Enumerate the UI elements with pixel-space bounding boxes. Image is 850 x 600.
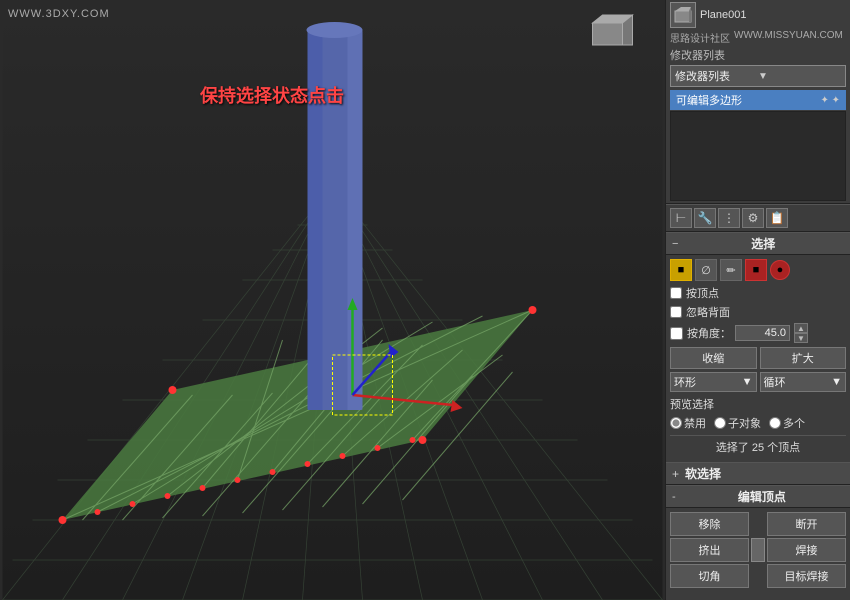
icon-toolbar: ⊢ 🔧 ⋮ ⚙ 📋	[666, 204, 850, 232]
main-container: WWW.3DXY.COM 保持选择状态点击 Plane001 思路设计社区 WW…	[0, 0, 850, 600]
soft-select-title: 软选择	[685, 465, 721, 482]
toolbar-icon-pin[interactable]: ⊢	[670, 208, 692, 228]
loop-arrow: ▼	[831, 376, 842, 388]
edit-vertices-section: - 编辑顶点 移除 断开 挤出 焊接 切角 目标焊接	[666, 485, 850, 592]
angle-input[interactable]	[735, 325, 790, 341]
top-label-1: 思路设计社区	[670, 30, 730, 45]
edit-btn-grid: 移除 断开 挤出 焊接 切角 目标焊接	[666, 508, 850, 592]
checkbox-vertex-row: 按顶点	[670, 285, 846, 301]
watermark: WWW.3DXY.COM	[8, 8, 110, 20]
radio-disabled[interactable]	[670, 417, 682, 429]
toolbar-icon-gear[interactable]: ⚙	[742, 208, 764, 228]
ring-loop-row: 环形 ▼ 循环 ▼	[670, 372, 846, 392]
viewport[interactable]: WWW.3DXY.COM 保持选择状态点击	[0, 0, 665, 600]
checkbox-vertex-label: 按顶点	[686, 285, 719, 301]
angle-row: 按角度： ▲ ▼	[670, 323, 846, 343]
loop-label: 循环	[764, 374, 786, 390]
spinner-down[interactable]: ▼	[794, 333, 808, 343]
shrink-button[interactable]: 收缩	[670, 347, 757, 369]
soft-select-section[interactable]: + 软选择	[666, 462, 850, 485]
modifier-list-item[interactable]: 可编辑多边形 ✦ ✦	[670, 90, 846, 110]
radio-multi-text: 多个	[783, 415, 805, 431]
ring-dropdown[interactable]: 环形 ▼	[670, 372, 757, 392]
sel-icons-row: ■ ∅ ✏ ■ ●	[670, 259, 846, 281]
radio-child[interactable]	[714, 417, 726, 429]
checkbox-backface[interactable]	[670, 306, 682, 318]
checkbox-vertex[interactable]	[670, 287, 682, 299]
radio-multi-label[interactable]: 多个	[769, 415, 805, 431]
angle-label: 按角度：	[687, 325, 731, 341]
soft-select-toggle: +	[672, 467, 679, 481]
sel-icon-element[interactable]: ●	[770, 260, 790, 280]
ring-arrow: ▼	[742, 376, 753, 388]
btn-extrude[interactable]: 挤出	[670, 538, 749, 562]
edit-vertices-title: 编辑顶点	[680, 488, 844, 505]
modifier-dropdown[interactable]: 修改器列表 ▼	[670, 65, 846, 87]
spinner-up[interactable]: ▲	[794, 323, 808, 333]
sel-icon-vertex[interactable]: ■	[670, 259, 692, 281]
edit-vertices-header[interactable]: - 编辑顶点	[666, 485, 850, 508]
right-panel: Plane001 思路设计社区 WWW.MISSYUAN.COM 修改器列表 修…	[665, 0, 850, 600]
selection-section: − 选择 ■ ∅ ✏ ■ ● 按顶点 忽略背面	[666, 232, 850, 462]
btn-break[interactable]: 断开	[767, 512, 846, 536]
modifier-dropdown-label: 修改器列表	[675, 68, 758, 84]
preview-select-header: 预览选择	[670, 396, 846, 412]
btn-extrude-sq[interactable]	[751, 538, 765, 562]
btn-target-weld[interactable]: 目标焊接	[767, 564, 846, 588]
sel-icon-poly[interactable]: ■	[745, 259, 767, 281]
object-icon	[670, 2, 696, 28]
sel-icon-edge[interactable]: ∅	[695, 259, 717, 281]
toolbar-icon-dots[interactable]: ⋮	[718, 208, 740, 228]
checkbox-backface-row: 忽略背面	[670, 304, 846, 320]
toolbar-icon-clipboard[interactable]: 📋	[766, 208, 788, 228]
sel-icon-border[interactable]: ✏	[720, 259, 742, 281]
modifier-item-icons: ✦ ✦	[820, 95, 840, 106]
angle-spinner[interactable]: ▲ ▼	[794, 323, 808, 343]
expand-button[interactable]: 扩大	[760, 347, 847, 369]
radio-multi[interactable]	[769, 417, 781, 429]
top-label-2: WWW.MISSYUAN.COM	[734, 30, 843, 45]
btn-weld[interactable]: 焊接	[767, 538, 846, 562]
radio-disabled-text: 禁用	[684, 415, 706, 431]
selection-content: ■ ∅ ✏ ■ ● 按顶点 忽略背面 按角度：	[666, 255, 850, 462]
checkbox-angle[interactable]	[670, 327, 683, 340]
top-info: Plane001 思路设计社区 WWW.MISSYUAN.COM 修改器列表 修…	[666, 0, 850, 204]
checkbox-backface-label: 忽略背面	[686, 304, 730, 320]
preview-area	[670, 111, 846, 201]
ring-label: 环形	[674, 374, 696, 390]
loop-dropdown[interactable]: 循环 ▼	[760, 372, 847, 392]
radio-child-label[interactable]: 子对象	[714, 415, 761, 431]
radio-row: 禁用 子对象 多个	[670, 415, 846, 431]
modifier-dropdown-arrow: ▼	[758, 71, 841, 82]
modifier-item-label: 可编辑多边形	[676, 92, 742, 108]
selection-section-header[interactable]: − 选择	[666, 232, 850, 255]
modifier-label: 修改器列表	[670, 47, 846, 63]
radio-child-text: 子对象	[728, 415, 761, 431]
selection-title: 选择	[682, 235, 844, 252]
btn-chamfer[interactable]: 切角	[670, 564, 749, 588]
top-labels: 思路设计社区 WWW.MISSYUAN.COM	[670, 30, 846, 45]
btn-remove[interactable]: 移除	[670, 512, 749, 536]
object-name-text: Plane001	[700, 9, 846, 21]
selected-count: 选择了 25 个顶点	[670, 435, 846, 458]
object-name-bar: Plane001	[670, 2, 846, 28]
radio-disabled-label[interactable]: 禁用	[670, 415, 706, 431]
selection-toggle: −	[672, 238, 678, 250]
shrink-expand-row: 收缩 扩大	[670, 347, 846, 369]
edit-vertices-toggle: -	[672, 491, 676, 503]
toolbar-icon-wrench[interactable]: 🔧	[694, 208, 716, 228]
annotation-text: 保持选择状态点击	[200, 82, 344, 108]
